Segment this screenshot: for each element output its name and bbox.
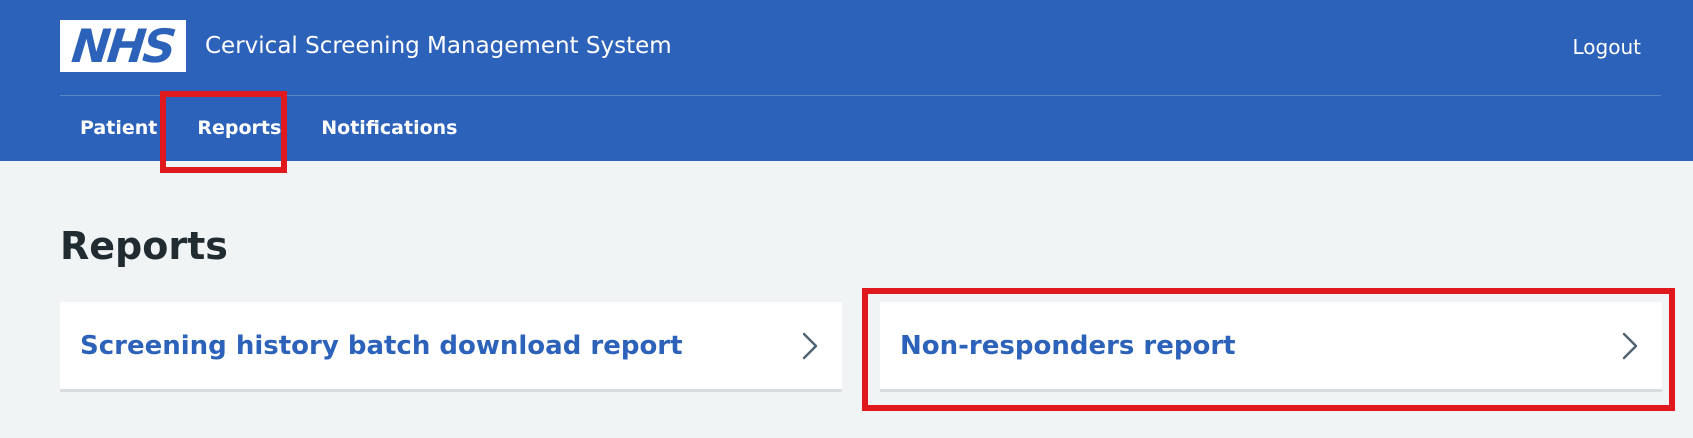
primary-nav: Patient Reports Notifications	[60, 96, 477, 161]
chevron-right-icon	[800, 331, 820, 361]
non-responders-report-card[interactable]: Non-responders report	[880, 302, 1662, 392]
site-header: NHS Cervical Screening Management System…	[0, 0, 1693, 161]
nav-item-patient[interactable]: Patient	[60, 96, 177, 161]
nav-item-notifications[interactable]: Notifications	[301, 96, 477, 161]
nhs-logo[interactable]: NHS	[60, 19, 186, 73]
card-label: Screening history batch download report	[80, 330, 683, 361]
chevron-right-icon	[1620, 331, 1640, 361]
card-label: Non-responders report	[900, 330, 1236, 361]
nav-item-reports[interactable]: Reports	[177, 96, 301, 161]
page-title: Reports	[60, 224, 228, 268]
nhs-logo-text: NHS	[69, 19, 177, 73]
screening-history-batch-download-report-card[interactable]: Screening history batch download report	[60, 302, 842, 392]
app-title: Cervical Screening Management System	[205, 33, 672, 59]
logout-link[interactable]: Logout	[1573, 33, 1641, 61]
